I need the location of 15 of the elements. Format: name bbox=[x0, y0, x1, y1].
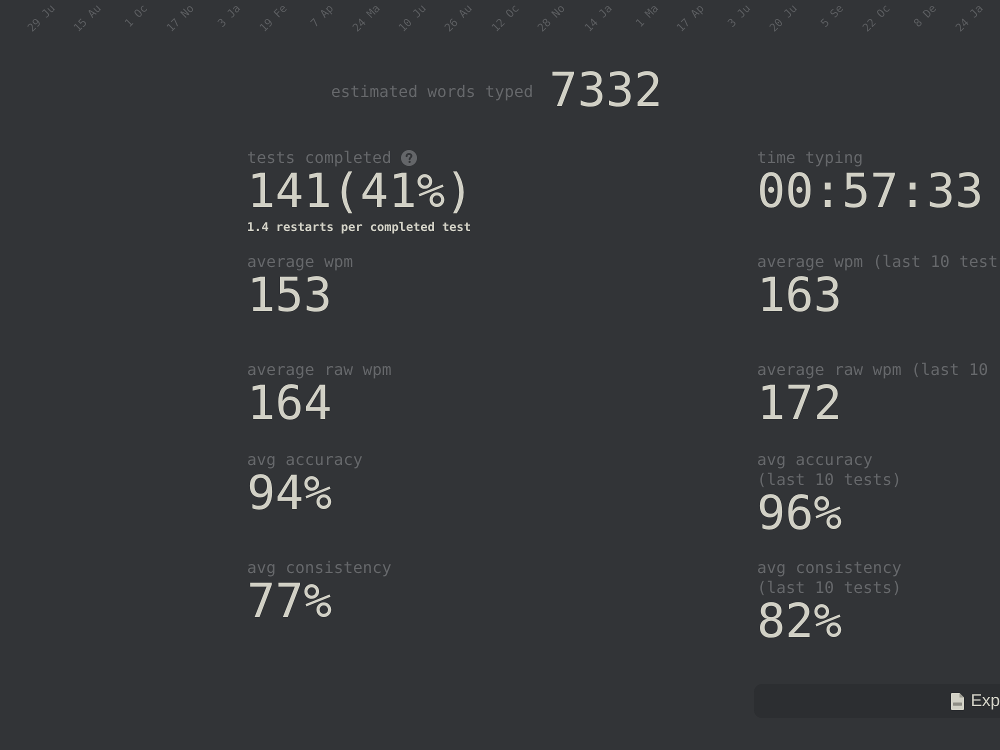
stat-value: 77% bbox=[247, 578, 332, 625]
stat-value: 153 bbox=[247, 272, 332, 319]
stat-value: 94% bbox=[247, 470, 332, 517]
stat-value: 00:57:33 bbox=[757, 168, 984, 215]
stat-note: 1.4 restarts per completed test bbox=[247, 219, 471, 235]
stat-value: 172 bbox=[757, 380, 842, 427]
stat-value: 7332 bbox=[549, 67, 662, 114]
file-icon bbox=[950, 692, 964, 710]
stat-value: 163 bbox=[757, 272, 842, 319]
stat-value: 141(41%) bbox=[247, 168, 474, 215]
stat-value: 96% bbox=[757, 490, 842, 537]
stat-value: 82% bbox=[757, 598, 842, 645]
help-icon[interactable] bbox=[400, 150, 416, 166]
export-button[interactable]: Exp bbox=[754, 684, 1000, 718]
stat-value: 164 bbox=[247, 380, 332, 427]
